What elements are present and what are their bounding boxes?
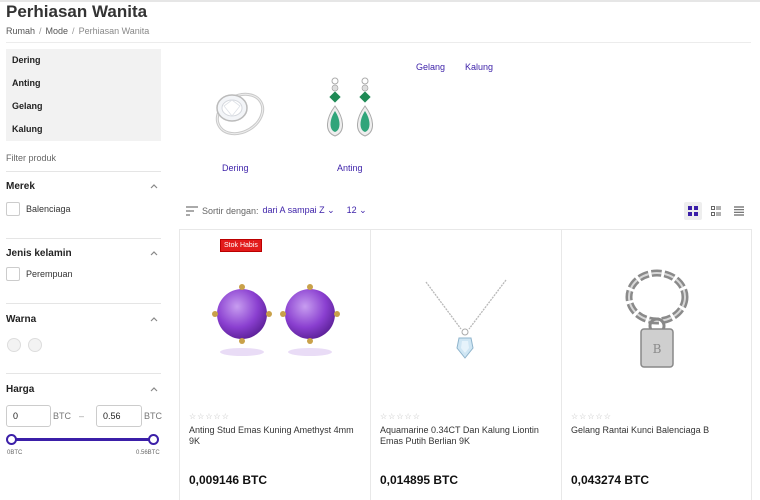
chevron-up-icon[interactable]	[150, 386, 158, 394]
category-item-dering[interactable]: Dering	[6, 49, 161, 72]
product-image-aquamarine-necklace[interactable]	[421, 274, 511, 364]
product-image-amethyst-earrings[interactable]	[210, 284, 340, 359]
grid-view-icon[interactable]	[684, 202, 702, 220]
breadcrumb-separator: /	[39, 26, 42, 36]
subcategory-dering[interactable]: Dering	[222, 163, 249, 173]
subcategory-kalung[interactable]: Kalung	[465, 62, 493, 72]
subcategory-gelang[interactable]: Gelang	[416, 62, 445, 72]
color-swatch[interactable]	[28, 338, 42, 352]
breadcrumb-current: Perhiasan Wanita	[78, 26, 150, 36]
out-of-stock-badge: Stok Habis	[220, 239, 262, 252]
product-price: 0,014895 BTC	[380, 473, 459, 487]
category-list: Dering Anting Gelang Kalung	[6, 49, 161, 141]
category-item-gelang[interactable]: Gelang	[6, 95, 161, 118]
price-slider-min-label: 0BTC	[7, 450, 23, 456]
sort-toolbar: Sortir dengan: dari A sampai Z ⌄ 12 ⌄	[186, 205, 367, 216]
divider	[6, 238, 161, 239]
price-unit: BTC	[53, 411, 71, 421]
product-name[interactable]: Aquamarine 0.34CT Dan Kalung Liontin Ema…	[380, 425, 555, 447]
checkbox[interactable]	[6, 202, 20, 216]
product-name[interactable]: Gelang Rantai Kunci Balenciaga B	[571, 425, 746, 436]
divider	[6, 303, 161, 304]
chevron-up-icon[interactable]	[150, 183, 158, 191]
product-card[interactable]: ☆☆☆☆☆ Aquamarine 0.34CT Dan Kalung Liont…	[370, 229, 561, 500]
filter-label: Filter produk	[6, 153, 57, 163]
sort-icon	[186, 205, 198, 216]
brand-option-balenciaga[interactable]: Balenciaga	[6, 202, 71, 216]
color-filter-title[interactable]: Warna	[6, 314, 36, 325]
rating-stars: ☆☆☆☆☆	[380, 412, 421, 421]
product-image-balenciaga-bracelet[interactable]: B	[617, 267, 697, 377]
price-slider-max-label: 0.56BTC	[136, 450, 160, 456]
product-price: 0,009146 BTC	[189, 473, 268, 487]
checkbox-label: Perempuan	[26, 269, 73, 279]
rating-stars: ☆☆☆☆☆	[571, 412, 612, 421]
svg-text:B: B	[653, 342, 662, 356]
earrings-image[interactable]	[318, 76, 388, 152]
price-max-input[interactable]: 0.56	[96, 405, 142, 427]
color-swatch[interactable]	[7, 338, 21, 352]
divider	[6, 171, 161, 172]
product-card[interactable]: Stok Habis ☆☆☆☆☆ Anting Stud Emas Kuning…	[179, 229, 370, 500]
product-name[interactable]: Anting Stud Emas Kuning Amethyst 4mm 9K	[189, 425, 364, 447]
checkbox[interactable]	[6, 267, 20, 281]
ring-image[interactable]	[200, 78, 272, 150]
gender-option-perempuan[interactable]: Perempuan	[6, 267, 73, 281]
price-min-input[interactable]: 0	[6, 405, 51, 427]
checkbox-label: Balenciaga	[26, 204, 71, 214]
price-slider-min-handle[interactable]	[5, 434, 17, 445]
header-divider	[6, 42, 751, 43]
per-page-select[interactable]: 12 ⌄	[347, 205, 367, 216]
price-range-separator: –	[79, 411, 85, 421]
brand-filter-title[interactable]: Merek	[6, 181, 35, 192]
chevron-up-icon[interactable]	[150, 250, 158, 258]
sort-label: Sortir dengan:	[202, 205, 259, 216]
list-view-icon[interactable]	[730, 202, 748, 220]
list-grid-view-icon[interactable]	[707, 202, 725, 220]
price-slider-max-handle[interactable]	[147, 434, 159, 445]
breadcrumb-mode[interactable]: Mode	[46, 26, 69, 36]
category-item-kalung[interactable]: Kalung	[6, 118, 161, 141]
product-price: 0,043274 BTC	[571, 473, 650, 487]
rating-stars: ☆☆☆☆☆	[189, 412, 230, 421]
price-filter-title[interactable]: Harga	[6, 384, 34, 395]
chevron-down-icon: ⌄	[327, 205, 335, 215]
price-unit: BTC	[144, 411, 162, 421]
sort-value: dari A sampai Z	[262, 205, 325, 215]
category-item-anting[interactable]: Anting	[6, 72, 161, 95]
breadcrumb-separator: /	[72, 26, 75, 36]
price-slider-track[interactable]	[11, 438, 153, 441]
chevron-down-icon: ⌄	[359, 205, 367, 215]
per-page-value: 12	[346, 205, 357, 215]
page-title: Perhiasan Wanita	[6, 2, 148, 21]
breadcrumb: Rumah / Mode / Perhiasan Wanita	[6, 26, 149, 36]
subcategory-anting[interactable]: Anting	[337, 163, 363, 173]
sort-select[interactable]: dari A sampai Z ⌄	[263, 205, 335, 216]
gender-filter-title[interactable]: Jenis kelamin	[6, 248, 72, 259]
breadcrumb-home[interactable]: Rumah	[6, 26, 35, 36]
product-card[interactable]: B ☆☆☆☆☆ Gelang Rantai Kunci Balenciaga B…	[561, 229, 752, 500]
divider	[6, 373, 161, 374]
chevron-up-icon[interactable]	[150, 316, 158, 324]
